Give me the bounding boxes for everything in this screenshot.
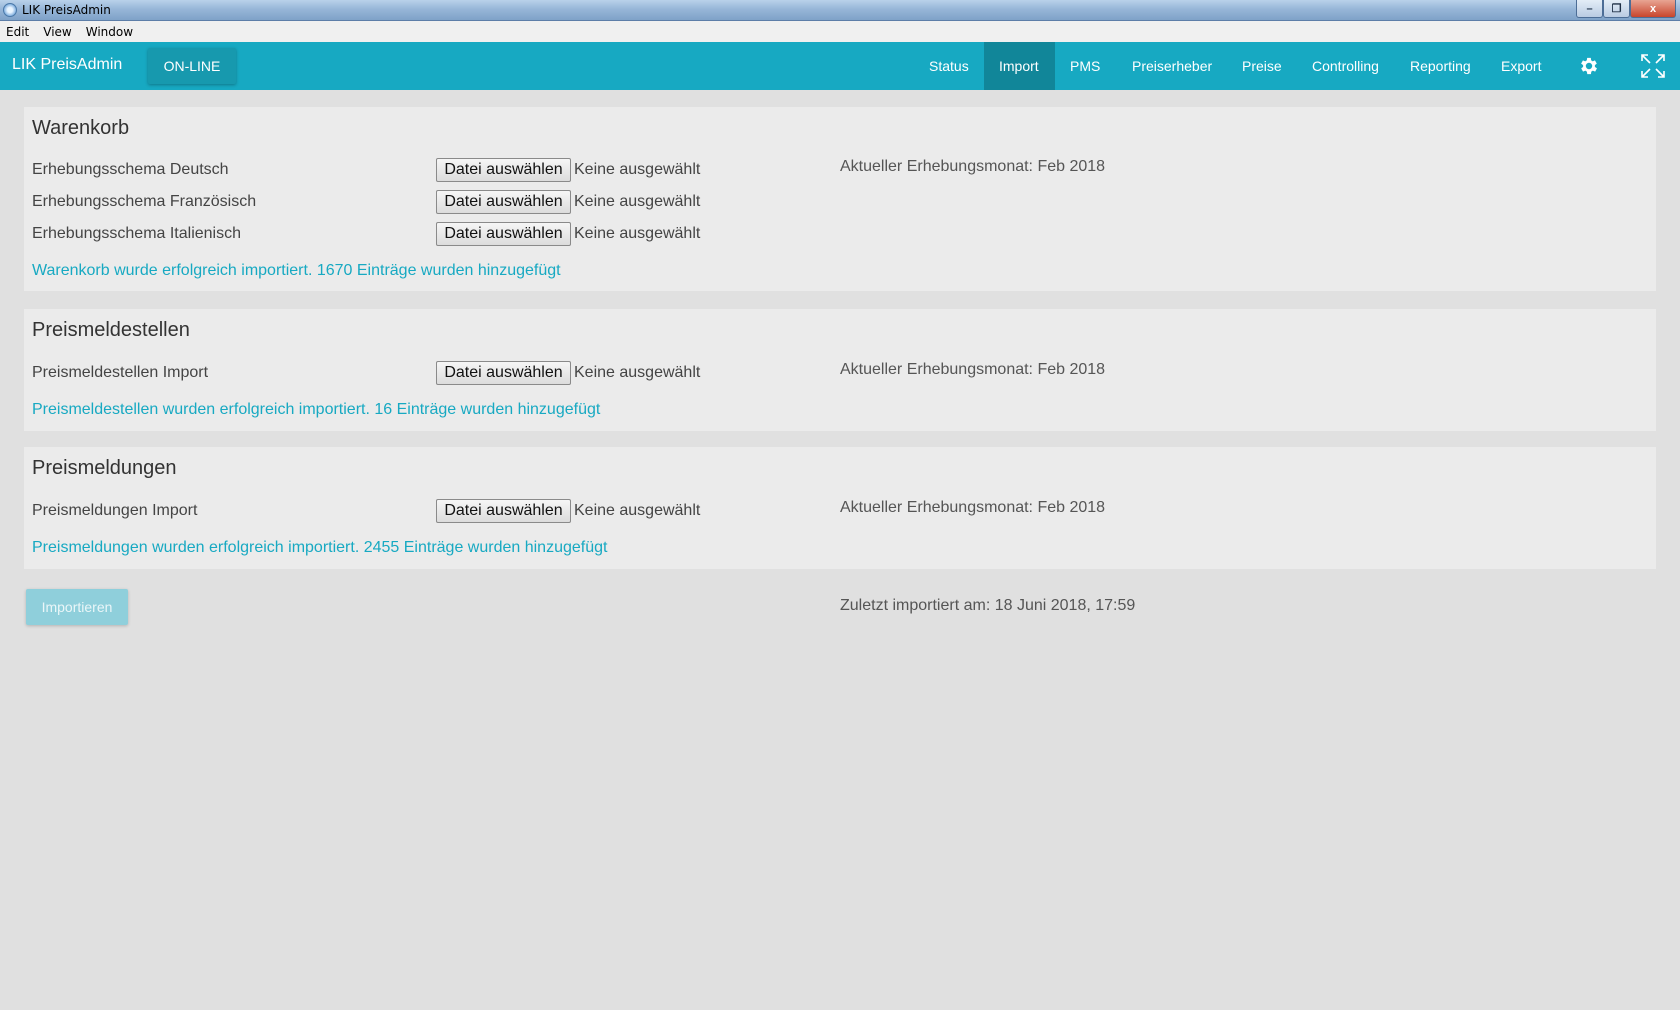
nav-status[interactable]: Status <box>914 42 984 90</box>
preismeldungen-import-label: Preismeldungen Import <box>32 502 198 519</box>
preismeldestellen-import-label: Preismeldestellen Import <box>32 364 209 381</box>
preismeldestellen-panel: Preismeldestellen Preismeldestellen Impo… <box>24 309 1656 431</box>
window-title: LIK PreisAdmin <box>22 3 111 17</box>
brand-title[interactable]: LIK PreisAdmin <box>12 56 122 74</box>
warenkorb-de-file-status: Keine ausgewählt <box>574 161 701 178</box>
maximize-button[interactable]: ❐ <box>1603 0 1630 18</box>
preismeldestellen-file-button[interactable]: Datei auswählen <box>436 361 571 385</box>
nav-preise[interactable]: Preise <box>1227 42 1297 90</box>
last-import-timestamp: Zuletzt importiert am: 18 Juni 2018, 17:… <box>840 597 1136 614</box>
preismeldungen-panel: Preismeldungen Preismeldungen Import Dat… <box>24 447 1656 569</box>
preismeldestellen-title: Preismeldestellen <box>32 319 190 341</box>
minimize-button[interactable]: – <box>1576 0 1603 18</box>
nav-preiserheber[interactable]: Preiserheber <box>1117 42 1227 90</box>
menu-bar: Edit View Window <box>0 21 1680 42</box>
nav-import[interactable]: Import <box>984 42 1055 90</box>
warenkorb-fr-file-button[interactable]: Datei auswählen <box>436 190 571 214</box>
warenkorb-it-file-button[interactable]: Datei auswählen <box>436 222 571 246</box>
menu-edit[interactable]: Edit <box>6 25 29 39</box>
preismeldungen-file-status: Keine ausgewählt <box>574 502 701 519</box>
nav-export[interactable]: Export <box>1486 42 1556 90</box>
import-button[interactable]: Importieren <box>26 589 128 625</box>
menu-view[interactable]: View <box>43 25 71 39</box>
preismeldungen-file-button[interactable]: Datei auswählen <box>436 499 571 523</box>
warenkorb-de-file-button[interactable]: Datei auswählen <box>436 158 571 182</box>
preismeldungen-success-message: Preismeldungen wurden erfolgreich import… <box>32 539 608 556</box>
app-navbar: LIK PreisAdmin ON-LINE Status Import PMS… <box>0 42 1680 90</box>
gear-icon[interactable] <box>1578 55 1600 77</box>
warenkorb-title: Warenkorb <box>32 117 130 139</box>
warenkorb-month: Aktueller Erhebungsmonat: Feb 2018 <box>840 158 1106 175</box>
warenkorb-success-message: Warenkorb wurde erfolgreich importiert. … <box>32 262 561 279</box>
app-icon <box>3 3 17 17</box>
warenkorb-fr-file-status: Keine ausgewählt <box>574 193 701 210</box>
online-status-button[interactable]: ON-LINE <box>148 48 236 84</box>
preismeldungen-month: Aktueller Erhebungsmonat: Feb 2018 <box>840 499 1106 516</box>
preismeldestellen-success-message: Preismeldestellen wurden erfolgreich imp… <box>32 401 601 418</box>
close-button[interactable]: x <box>1630 0 1676 18</box>
warenkorb-panel: Warenkorb Erhebungsschema Deutsch Datei … <box>24 107 1656 291</box>
nav-reporting[interactable]: Reporting <box>1395 42 1486 90</box>
preismeldestellen-month: Aktueller Erhebungsmonat: Feb 2018 <box>840 361 1106 378</box>
nav-controlling[interactable]: Controlling <box>1297 42 1394 90</box>
nav-pms[interactable]: PMS <box>1055 42 1115 90</box>
expand-icon[interactable] <box>1640 53 1666 79</box>
window-controls: – ❐ x <box>1576 0 1676 18</box>
menu-window[interactable]: Window <box>86 25 133 39</box>
warenkorb-it-file-status: Keine ausgewählt <box>574 225 701 242</box>
warenkorb-de-label: Erhebungsschema Deutsch <box>32 161 229 178</box>
preismeldungen-title: Preismeldungen <box>32 457 177 479</box>
warenkorb-it-label: Erhebungsschema Italienisch <box>32 225 242 242</box>
window-titlebar: LIK PreisAdmin – ❐ x <box>0 0 1680 21</box>
warenkorb-fr-label: Erhebungsschema Französisch <box>32 193 257 210</box>
preismeldestellen-file-status: Keine ausgewählt <box>574 364 701 381</box>
